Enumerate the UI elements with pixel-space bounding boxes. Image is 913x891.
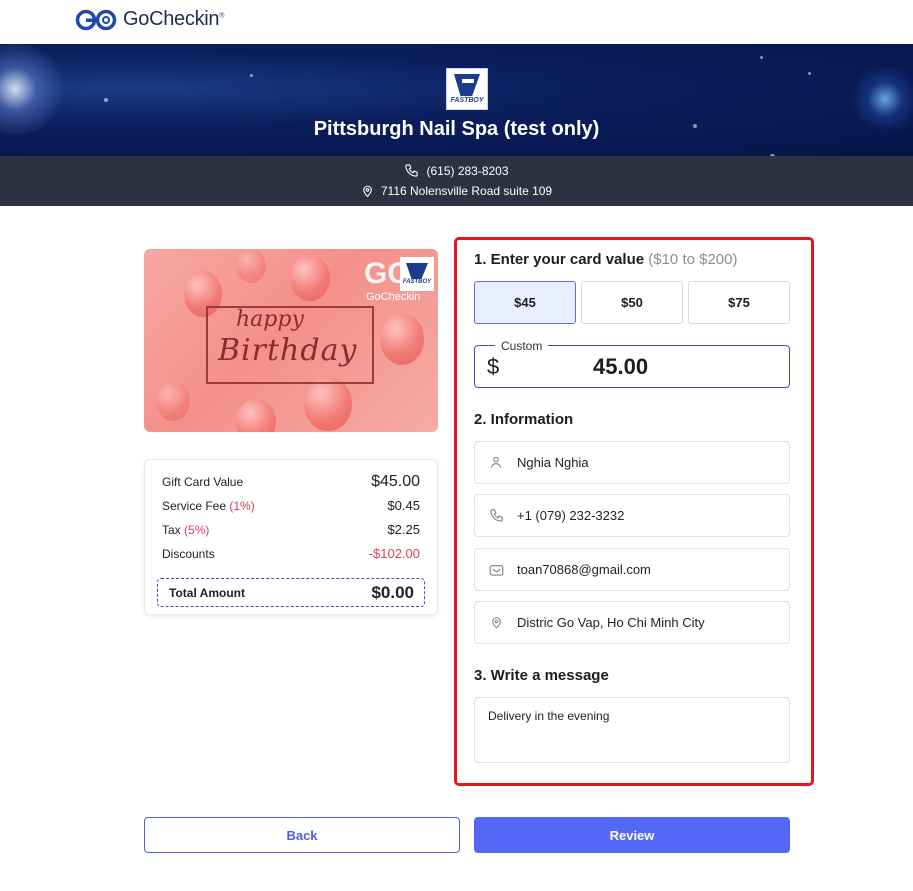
summary-label: Gift Card Value bbox=[162, 475, 244, 489]
fastboy-logo-icon bbox=[406, 263, 428, 279]
summary-label: Service Fee (1%) bbox=[162, 498, 255, 513]
amount-option-50[interactable]: $50 bbox=[581, 281, 683, 324]
balloon-decoration bbox=[156, 381, 190, 421]
step1-title: 1. Enter your card value ($10 to $200) bbox=[474, 251, 738, 268]
balloon-decoration bbox=[236, 249, 266, 283]
summary-row-tax: Tax (5%) $2.25 bbox=[162, 522, 420, 537]
fastboy-logo-icon bbox=[454, 74, 480, 96]
phone-icon bbox=[475, 508, 517, 523]
summary-value: $45.00 bbox=[371, 473, 420, 490]
address-value: Distric Go Vap, Ho Chi Minh City bbox=[517, 615, 705, 630]
summary-total: Total Amount $0.00 bbox=[157, 578, 425, 607]
summary-label: Discounts bbox=[162, 546, 215, 561]
location-pin-icon bbox=[361, 184, 374, 198]
gift-card-shop-badge: FASTBOY bbox=[400, 257, 434, 291]
shop-phone-text: (615) 283-8203 bbox=[426, 163, 509, 178]
balloon-decoration bbox=[380, 313, 424, 365]
summary-row-service-fee: Service Fee (1%) $0.45 bbox=[162, 498, 420, 513]
user-icon bbox=[475, 455, 517, 470]
summary-value: -$102.00 bbox=[368, 546, 420, 561]
summary-value: $0.45 bbox=[387, 498, 420, 513]
back-button[interactable]: Back bbox=[144, 817, 460, 853]
message-textarea[interactable]: Delivery in the evening bbox=[474, 697, 790, 763]
total-label: Total Amount bbox=[169, 585, 245, 600]
step3-title: 3. Write a message bbox=[474, 667, 609, 684]
summary-row-gift-value: Gift Card Value $45.00 bbox=[162, 473, 420, 491]
currency-symbol: $ bbox=[487, 354, 500, 379]
summary-label: Tax (5%) bbox=[162, 522, 210, 537]
step2-title: 2. Information bbox=[474, 411, 574, 428]
shop-contact-bar: (615) 283-8203 7116 Nolensville Road sui… bbox=[0, 156, 913, 206]
email-field[interactable]: toan70868@gmail.com bbox=[474, 548, 790, 591]
review-button[interactable]: Review bbox=[474, 817, 790, 853]
star-dot bbox=[808, 72, 811, 75]
shop-address-text: 7116 Nolensville Road suite 109 bbox=[380, 184, 553, 198]
phone-field[interactable]: +1 (079) 232-3232 bbox=[474, 494, 790, 537]
gift-card-logo: GO GoCheckin FASTBOY bbox=[362, 257, 434, 303]
shop-hero-banner: FASTBOY Pittsburgh Nail Spa (test only) bbox=[0, 44, 913, 156]
star-dot bbox=[250, 74, 253, 77]
balloon-decoration bbox=[236, 399, 276, 432]
shop-name: Pittsburgh Nail Spa (test only) bbox=[313, 118, 600, 140]
summary-value: $2.25 bbox=[387, 522, 420, 537]
greeting-line1: happy bbox=[236, 307, 304, 332]
greeting-line2: Birthday bbox=[218, 333, 358, 368]
shop-logo-text: FASTBOY bbox=[450, 97, 484, 104]
amount-option-75[interactable]: $75 bbox=[688, 281, 790, 324]
top-bar: GoCheckin® bbox=[0, 0, 913, 44]
gift-card-shop-badge-text: FASTBOY bbox=[402, 279, 432, 285]
balloon-decoration bbox=[304, 377, 352, 431]
gocheckin-logo-icon bbox=[75, 9, 119, 31]
address-field[interactable]: Distric Go Vap, Ho Chi Minh City bbox=[474, 601, 790, 644]
star-dot bbox=[760, 56, 763, 59]
gocheckin-logo[interactable]: GoCheckin® bbox=[75, 8, 224, 31]
shop-address[interactable]: 7116 Nolensville Road suite 109 bbox=[0, 184, 913, 198]
order-summary: Gift Card Value $45.00 Service Fee (1%) … bbox=[144, 459, 438, 615]
shop-logo: FASTBOY bbox=[446, 68, 488, 110]
balloon-decoration bbox=[290, 255, 330, 301]
gift-card-preview: happy Birthday GO GoCheckin FASTBOY bbox=[144, 249, 438, 432]
custom-amount-value: 45.00 bbox=[593, 354, 649, 379]
name-value: Nghia Nghia bbox=[517, 455, 589, 470]
star-dot bbox=[104, 98, 108, 102]
shop-phone[interactable]: (615) 283-8203 bbox=[0, 163, 913, 178]
location-pin-icon bbox=[475, 615, 517, 630]
summary-row-discounts: Discounts -$102.00 bbox=[162, 546, 420, 561]
phone-value: +1 (079) 232-3232 bbox=[517, 508, 625, 523]
email-value: toan70868@gmail.com bbox=[517, 562, 651, 577]
total-value: $0.00 bbox=[371, 582, 414, 602]
custom-amount-input[interactable]: Custom $ 45.00 bbox=[474, 339, 790, 388]
amount-option-45[interactable]: $45 bbox=[474, 281, 576, 324]
custom-amount-label: Custom bbox=[495, 339, 549, 353]
email-icon bbox=[475, 563, 517, 577]
phone-icon bbox=[404, 163, 419, 178]
brand-name: GoCheckin® bbox=[123, 8, 225, 30]
name-field[interactable]: Nghia Nghia bbox=[474, 441, 790, 484]
gift-card-brand-text: GoCheckin bbox=[366, 291, 421, 303]
